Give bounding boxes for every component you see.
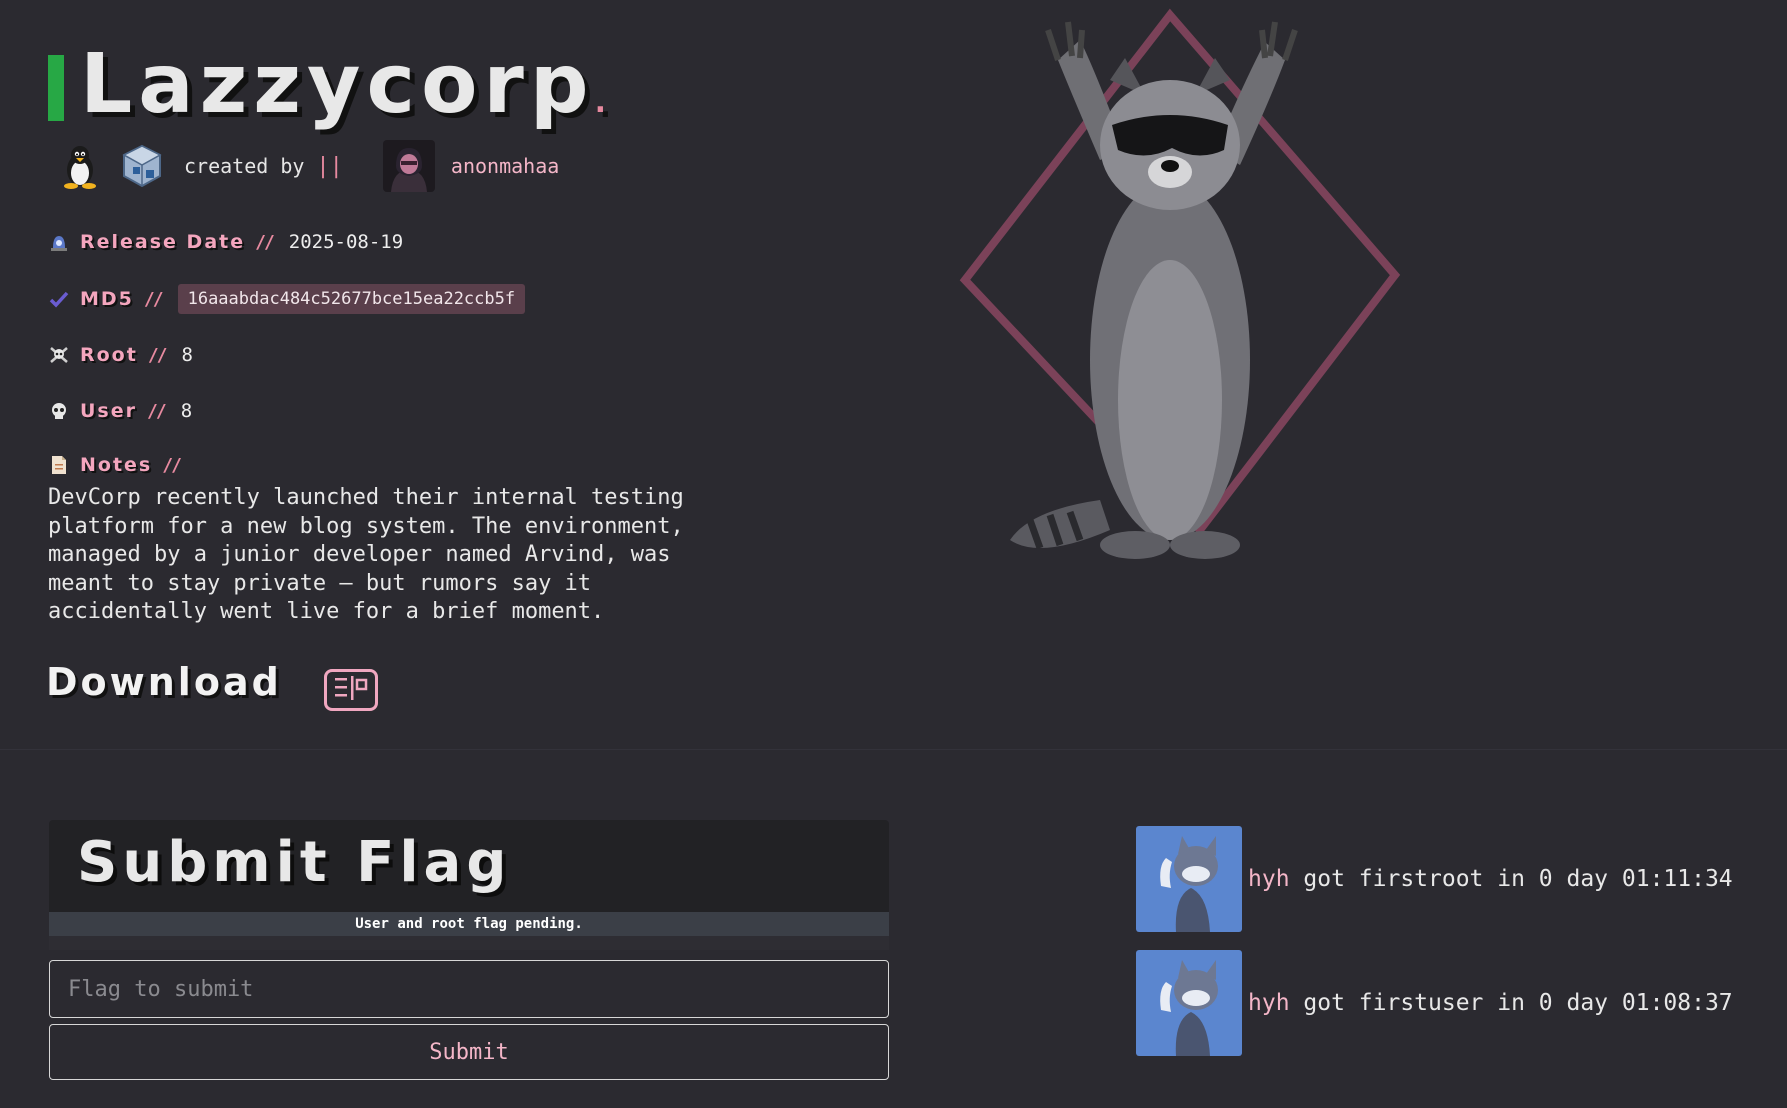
blood-text: hyh got firstuser in 0 day 01:08:37 bbox=[1248, 990, 1733, 1016]
root-label: Root bbox=[80, 344, 138, 366]
first-blood-user: hyh got firstuser in 0 day 01:08:37 bbox=[1136, 950, 1733, 1056]
alarm-light-icon bbox=[48, 231, 70, 253]
blood-text: hyh got firstroot in 0 day 01:11:34 bbox=[1248, 866, 1733, 892]
author-name-link[interactable]: anonmahaa bbox=[451, 154, 559, 178]
skull-icon bbox=[48, 400, 70, 422]
blood-avatar[interactable] bbox=[1136, 826, 1242, 932]
linux-tux-icon bbox=[58, 142, 102, 190]
first-blood-root: hyh got firstroot in 0 day 01:11:34 bbox=[1136, 826, 1733, 932]
release-date-sep: // bbox=[255, 231, 275, 253]
title-dot: . bbox=[594, 85, 606, 120]
md5-label: MD5 bbox=[80, 288, 134, 310]
creator-row: created by || anonmahaa bbox=[58, 140, 559, 192]
md5-row: MD5 // 16aaabdac484c52677bce15ea22ccb5f bbox=[48, 282, 526, 316]
root-sep: // bbox=[147, 344, 168, 366]
notes-sep: // bbox=[162, 454, 182, 476]
submit-flag-panel: Submit Flag User and root flag pending. … bbox=[49, 820, 889, 1080]
md5-sep: // bbox=[143, 288, 164, 310]
created-by-separator: || bbox=[316, 153, 343, 179]
created-by-label: created by bbox=[184, 154, 305, 178]
virtualbox-icon bbox=[120, 143, 164, 189]
blood-user-link[interactable]: hyh bbox=[1248, 866, 1290, 892]
user-value: 8 bbox=[180, 400, 193, 422]
machine-title-text: Lazzycorp bbox=[80, 37, 595, 132]
document-icon bbox=[48, 454, 70, 476]
notes-text: DevCorp recently launched their internal… bbox=[48, 485, 684, 624]
root-row: Root // 8 bbox=[48, 338, 193, 372]
raccoon-logo-art bbox=[940, 0, 1460, 580]
checkmark-icon bbox=[48, 288, 70, 310]
user-label: User bbox=[80, 400, 137, 422]
user-row: User // 8 bbox=[48, 394, 192, 428]
release-date-value: 2025-08-19 bbox=[288, 231, 404, 253]
notes-row: Notes // bbox=[48, 448, 186, 482]
section-divider bbox=[0, 749, 1787, 750]
notes-label: Notes bbox=[80, 454, 153, 476]
blood-detail: got firstuser in 0 day 01:08:37 bbox=[1289, 990, 1733, 1016]
title-accent-bar bbox=[48, 55, 64, 121]
download-button[interactable] bbox=[324, 669, 378, 711]
author-avatar[interactable] bbox=[382, 140, 435, 192]
release-date-label: Release Date bbox=[80, 231, 246, 253]
root-value: 8 bbox=[181, 344, 193, 366]
submit-flag-button[interactable]: Submit bbox=[49, 1024, 889, 1080]
submit-flag-title: Submit Flag bbox=[77, 830, 512, 895]
user-sep: // bbox=[147, 400, 167, 422]
md5-value[interactable]: 16aaabdac484c52677bce15ea22ccb5f bbox=[177, 284, 526, 314]
blood-detail: got firstroot in 0 day 01:11:34 bbox=[1289, 866, 1733, 892]
blood-user-link[interactable]: hyh bbox=[1248, 990, 1290, 1016]
skull-crossbones-icon bbox=[48, 344, 70, 366]
flag-input[interactable] bbox=[49, 960, 889, 1018]
flag-status-spacer bbox=[49, 936, 889, 950]
machine-title: Lazzycorp. bbox=[80, 37, 606, 132]
release-date-row: Release Date // 2025-08-19 bbox=[48, 225, 403, 259]
blood-avatar[interactable] bbox=[1136, 950, 1242, 1056]
download-icon bbox=[332, 674, 370, 706]
download-label: Download bbox=[46, 660, 282, 704]
flag-status-bar: User and root flag pending. bbox=[49, 912, 889, 936]
submit-flag-header: Submit Flag bbox=[49, 820, 889, 912]
